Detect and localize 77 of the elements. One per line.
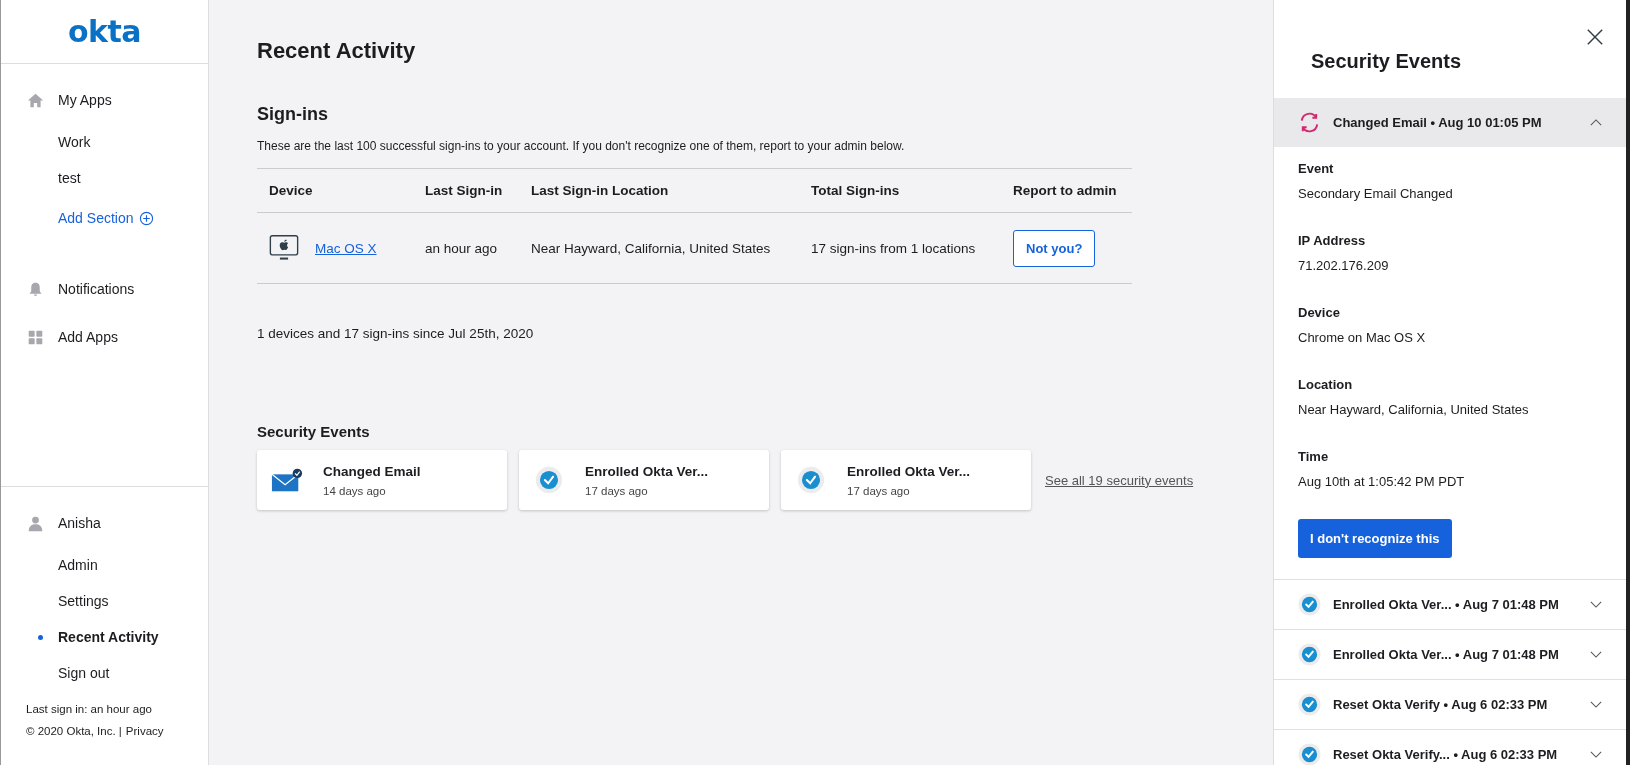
event-row[interactable]: Enrolled Okta Ver... • Aug 7 01:48 PM: [1274, 580, 1626, 629]
device-link[interactable]: Mac OS X: [315, 240, 377, 256]
event-row[interactable]: Reset Okta Verify... • Aug 6 02:33 PM: [1274, 730, 1626, 765]
detail-label: Time: [1298, 449, 1330, 464]
close-icon[interactable]: [1586, 28, 1604, 46]
detail-label: Device: [1298, 305, 1341, 320]
page-title: Recent Activity: [257, 38, 417, 64]
check-circle-icon: [795, 466, 827, 494]
detail-value: Near Hayward, California, United States: [1298, 402, 1530, 417]
column-header: Total Sign-ins: [811, 183, 901, 198]
event-card[interactable]: Enrolled Okta Ver... 17 days ago: [519, 450, 769, 510]
sidebar-item[interactable]: Admin: [1, 547, 208, 583]
event-card[interactable]: Enrolled Okta Ver... 17 days ago: [781, 450, 1031, 510]
not-you-button[interactable]: Not you?: [1013, 229, 1096, 267]
chevron-down-icon: [1590, 651, 1602, 658]
chevron-down-icon: [1590, 751, 1602, 758]
check-circle-icon: [1298, 643, 1321, 666]
event-row[interactable]: Enrolled Okta Ver... • Aug 7 01:48 PM: [1274, 630, 1626, 679]
grid-icon: [27, 328, 44, 346]
plus-circle-icon: [138, 210, 154, 226]
column-header: Last Sign-in Location: [531, 183, 670, 198]
monitor-icon: [269, 234, 299, 262]
event-row[interactable]: Changed Email • Aug 10 01:05 PM: [1274, 98, 1626, 147]
description-text: These are the last 100 successful sign-ins to your account. If you don't recognize one of them, report to your admin below.: [257, 139, 906, 153]
bell-icon: [27, 280, 44, 298]
home-icon: [27, 91, 44, 109]
see-all-link[interactable]: See all 19 security events: [1045, 472, 1194, 488]
event-row[interactable]: Reset Okta Verify • Aug 6 02:33 PM: [1274, 680, 1626, 729]
check-circle-icon: [1298, 693, 1321, 716]
detail-value: Aug 10th at 1:05:42 PM PDT: [1298, 474, 1466, 489]
envelope-icon: [271, 466, 303, 494]
privacy-link[interactable]: Privacy: [125, 725, 164, 737]
detail-value: Secondary Email Changed: [1298, 186, 1454, 201]
panel-title: Security Events: [1311, 50, 1462, 73]
okta-logo[interactable]: okta: [67, 14, 142, 49]
column-header: Device: [268, 183, 314, 198]
detail-label: IP Address: [1298, 233, 1367, 248]
sidebar-item[interactable]: Anisha: [1, 499, 208, 547]
sync-icon: [1298, 111, 1321, 134]
sidebar-item[interactable]: Work: [1, 124, 208, 160]
sidebar-item[interactable]: test: [1, 160, 208, 196]
last-sign-in-text: Last sign in: an hour ago: [26, 703, 153, 715]
sidebar-item[interactable]: My Apps: [1, 76, 208, 124]
card-title: Enrolled Okta Ver...: [585, 463, 709, 479]
event-card[interactable]: Changed Email 14 days ago: [257, 450, 507, 510]
detail-value: 71.202.176.209: [1298, 258, 1390, 273]
check-circle-icon: [1298, 593, 1321, 616]
card-title: Changed Email: [323, 463, 421, 479]
section-heading: Security Events: [257, 423, 371, 440]
sidebar-item[interactable]: Add Section: [1, 196, 208, 240]
chevron-down-icon: [1590, 701, 1602, 708]
card-time: 17 days ago: [847, 484, 911, 497]
sidebar-item[interactable]: Settings: [1, 583, 208, 619]
copyright-text: © 2020 Okta, Inc. |: [26, 725, 122, 737]
table-cell-text: 17 sign-ins from 1 locations: [811, 240, 977, 256]
table-cell-text: Near Hayward, California, United States: [531, 240, 772, 256]
dont-recognize-button[interactable]: I don't recognize this: [1298, 519, 1452, 558]
check-circle-icon: [533, 466, 565, 494]
card-title: Enrolled Okta Ver...: [847, 463, 971, 479]
card-time: 17 days ago: [585, 484, 649, 497]
summary-text: 1 devices and 17 sign-ins since Jul 25th, 2020: [257, 326, 535, 341]
sidebar-item[interactable]: Notifications: [1, 265, 208, 313]
section-heading: Sign-ins: [257, 104, 329, 125]
detail-value: Chrome on Mac OS X: [1298, 330, 1427, 345]
detail-label: Location: [1298, 377, 1354, 392]
person-icon: [27, 514, 44, 532]
sidebar-item[interactable]: Recent Activity: [1, 619, 208, 655]
detail-label: Event: [1298, 161, 1335, 176]
table-cell-text: an hour ago: [425, 240, 499, 256]
sidebar-item[interactable]: Sign out: [1, 655, 208, 691]
selected-dot: [38, 634, 43, 640]
chevron-up-icon: [1590, 119, 1602, 126]
column-header: Report to admin: [1013, 183, 1118, 198]
chevron-down-icon: [1590, 601, 1602, 608]
column-header: Last Sign-in: [425, 183, 504, 198]
card-time: 14 days ago: [323, 484, 387, 497]
sidebar-item[interactable]: Add Apps: [1, 313, 208, 361]
